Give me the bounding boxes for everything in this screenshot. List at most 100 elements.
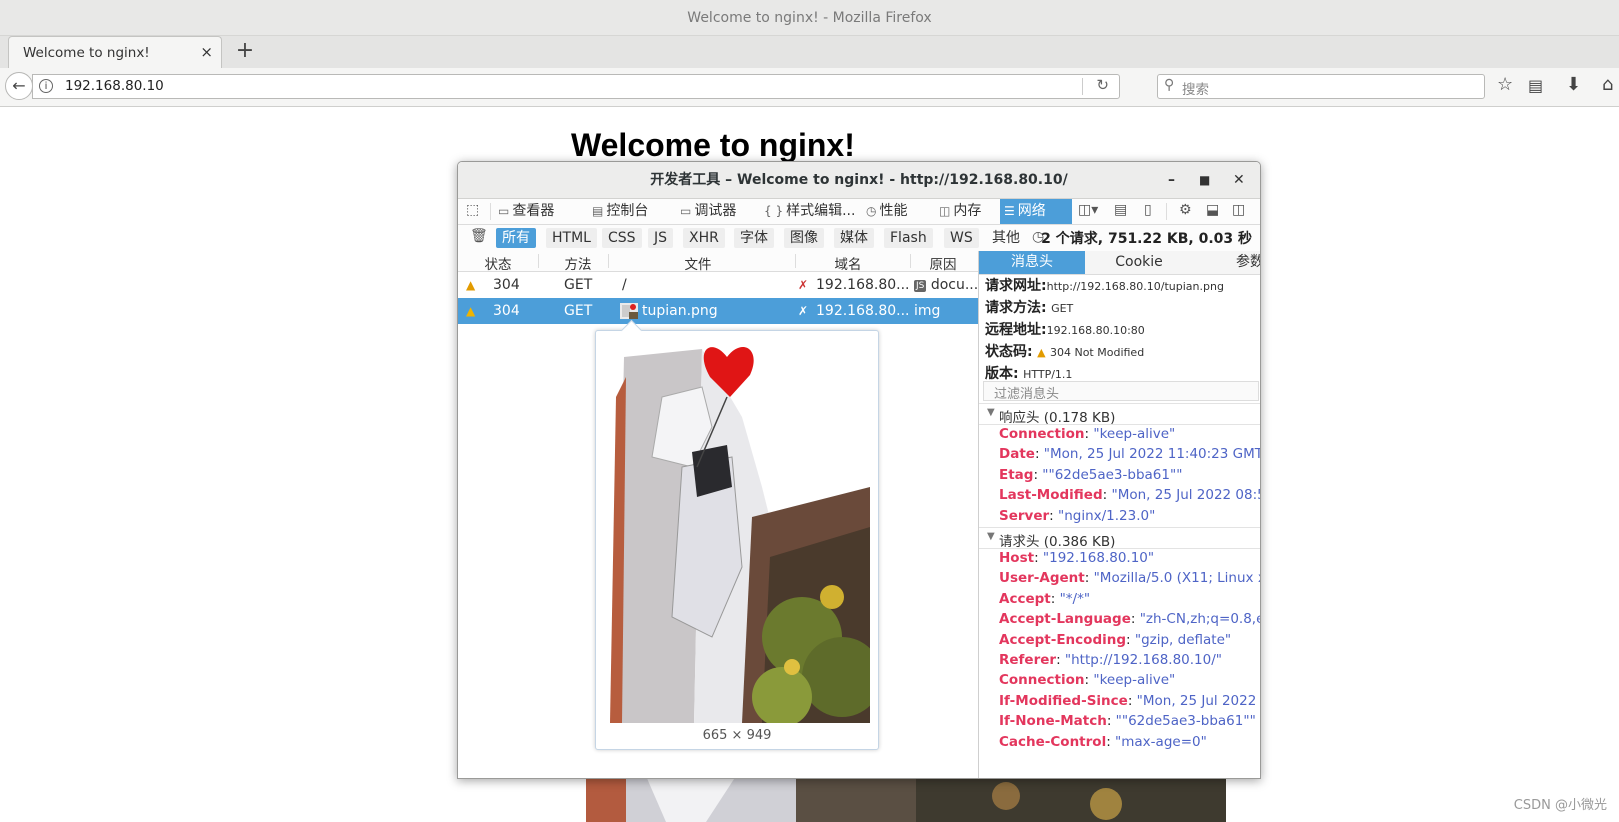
window-title: Welcome to nginx! - Mozilla Firefox	[0, 0, 1619, 36]
col-status[interactable]: 状态	[478, 253, 518, 273]
filter-media[interactable]: 媒体	[834, 228, 874, 248]
site-info-icon[interactable]: i	[39, 79, 53, 93]
reload-icon[interactable]: ↻	[1096, 76, 1109, 94]
col-file[interactable]: 文件	[678, 253, 718, 273]
header-name: User-Agent	[999, 570, 1085, 587]
bookmark-star-icon[interactable]: ☆	[1497, 74, 1513, 95]
header-value: "http://192.168.80.10/"	[1064, 652, 1222, 668]
clear-trash-icon[interactable]: 🗑	[470, 228, 488, 244]
filter-js[interactable]: JS	[648, 228, 674, 248]
header-name: Accept-Language	[999, 611, 1131, 628]
filter-fonts[interactable]: 字体	[734, 228, 774, 248]
header-row[interactable]: Connection: "keep-alive"	[999, 426, 1175, 442]
header-name: Host	[999, 550, 1035, 566]
element-picker-icon[interactable]: ⬚	[466, 202, 479, 218]
col-method[interactable]: 方法	[558, 253, 598, 273]
table-row[interactable]: ▲ 304 GET / ✗ 192.168.80... JS docu...	[458, 272, 978, 298]
header-row[interactable]: Accept: "*/*"	[999, 591, 1090, 607]
tab-memory[interactable]: ◫ 内存	[935, 199, 987, 224]
tab-inspector[interactable]: ▭ 查看器	[494, 199, 560, 224]
settings-gear-icon[interactable]: ⚙	[1179, 202, 1192, 218]
insecure-lock-icon: ✗	[798, 304, 809, 318]
page-heading: Welcome to nginx!	[571, 127, 855, 163]
downloads-icon[interactable]: ⬇	[1566, 74, 1581, 95]
image-preview-tooltip: 665 × 949	[595, 319, 879, 750]
request-table-header: 状态 方法 文件 域名 原因	[458, 251, 978, 273]
response-headers-section[interactable]: ▼ 响应头 (0.178 KB)	[979, 403, 1260, 426]
browser-tab[interactable]: Welcome to nginx! ×	[8, 36, 222, 68]
new-tab-button[interactable]: +	[232, 36, 258, 68]
filter-all[interactable]: 所有	[496, 228, 536, 248]
filter-images[interactable]: 图像	[784, 228, 824, 248]
header-value: "max-age=0"	[1115, 733, 1207, 750]
status-code-row: 状态码: ▲ 304 Not Modified	[985, 344, 1145, 360]
page-image	[586, 776, 1226, 822]
tab-performance[interactable]: ◷ 性能	[862, 199, 913, 224]
header-row[interactable]: Last-Modified: "Mon, 25 Jul 2022 08:57	[999, 487, 1260, 504]
tab-headers[interactable]: 消息头	[979, 251, 1085, 274]
js-badge-icon: JS	[914, 280, 927, 292]
header-value: "zh-CN,zh;q=0.8,en-U	[1139, 611, 1260, 628]
home-icon[interactable]: ⌂	[1602, 74, 1613, 95]
header-value: "Mon, 25 Jul 2022 08	[1136, 692, 1260, 709]
details-tabs: 消息头 Cookie 参数	[979, 251, 1260, 275]
request-headers-section[interactable]: ▼ 请求头 (0.386 KB)	[979, 527, 1260, 550]
frame-icon[interactable]: ▤	[1114, 202, 1127, 218]
url-bar[interactable]: i 192.168.80.10 ↻	[32, 74, 1120, 99]
header-name: Cache-Control	[999, 733, 1107, 750]
search-input[interactable]: ⚲ 搜索	[1157, 74, 1485, 99]
filter-other[interactable]: 其他	[986, 228, 1026, 248]
tab-cookie[interactable]: Cookie	[1089, 251, 1189, 274]
header-value: "keep-alive"	[1093, 426, 1176, 442]
header-row[interactable]: Accept-Encoding: "gzip, deflate"	[999, 632, 1231, 648]
header-row[interactable]: User-Agent: "Mozilla/5.0 (X11; Linux x86	[999, 570, 1260, 587]
filter-css[interactable]: CSS	[602, 228, 642, 248]
tab-close-icon[interactable]: ×	[200, 43, 213, 61]
filter-html[interactable]: HTML	[546, 228, 597, 248]
header-value: "Mozilla/5.0 (X11; Linux x86	[1093, 570, 1260, 587]
tab-params[interactable]: 参数	[1225, 251, 1260, 274]
header-row[interactable]: If-Modified-Since: "Mon, 25 Jul 2022 08	[999, 692, 1260, 709]
back-button[interactable]: ←	[5, 72, 33, 100]
header-row[interactable]: Accept-Language: "zh-CN,zh;q=0.8,en-U	[999, 611, 1260, 628]
watermark: CSDN @小微光	[1513, 798, 1607, 813]
header-row[interactable]: Server: "nginx/1.23.0"	[999, 508, 1155, 524]
image-dimensions: 665 × 949	[702, 728, 772, 743]
close-icon[interactable]: ✕	[1233, 162, 1245, 198]
header-row[interactable]: If-None-Match: ""62de5ae3-bba61""	[999, 713, 1256, 729]
maximize-icon[interactable]: ■	[1199, 162, 1210, 198]
layout-icon[interactable]: ◫▾	[1078, 202, 1098, 218]
header-row[interactable]: Connection: "keep-alive"	[999, 672, 1175, 688]
header-row[interactable]: Host: "192.168.80.10"	[999, 550, 1154, 566]
debugger-icon: ▭	[680, 204, 692, 218]
header-row[interactable]: Referer: "http://192.168.80.10/"	[999, 652, 1222, 668]
style-editor-icon: { }	[764, 204, 784, 218]
warning-icon: ▲	[466, 278, 476, 292]
responsive-icon[interactable]: ▯	[1144, 202, 1152, 218]
console-icon: ▤	[592, 204, 604, 218]
filter-xhr[interactable]: XHR	[683, 228, 725, 248]
header-row[interactable]: Date: "Mon, 25 Jul 2022 11:40:23 GMT"	[999, 446, 1260, 462]
reading-list-icon[interactable]: ▤	[1528, 76, 1543, 95]
dock-side-icon[interactable]: ◫	[1232, 202, 1245, 218]
minimize-icon[interactable]: –	[1168, 162, 1175, 198]
header-name: Last-Modified	[999, 487, 1103, 504]
header-row[interactable]: Cache-Control: "max-age=0"	[999, 734, 1207, 750]
filter-flash[interactable]: Flash	[884, 228, 933, 248]
header-row[interactable]: Etag: ""62de5ae3-bba61""	[999, 467, 1182, 483]
table-row-selected[interactable]: ▲ 304 GET tupian.png ✗ 192.168.80... img	[458, 298, 978, 324]
col-domain[interactable]: 域名	[828, 253, 868, 273]
dock-bottom-icon[interactable]: ⬓	[1206, 202, 1219, 218]
header-filter-input[interactable]: 过滤消息头	[983, 381, 1259, 402]
inspector-icon: ▭	[498, 204, 510, 218]
request-method-row: 请求方法: GET	[985, 300, 1074, 316]
tab-debugger[interactable]: ▭ 调试器	[676, 199, 742, 224]
warning-icon: ▲	[466, 304, 476, 318]
tab-network[interactable]: ☰ 网络	[1000, 199, 1072, 224]
filter-ws[interactable]: WS	[944, 228, 979, 248]
header-name: If-Modified-Since	[999, 692, 1128, 709]
tab-console[interactable]: ▤ 控制台	[588, 199, 654, 224]
header-value: ""62de5ae3-bba61""	[1115, 713, 1256, 730]
col-cause[interactable]: 原因	[918, 253, 968, 273]
tab-style-editor[interactable]: { } 样式编辑...	[760, 199, 861, 224]
